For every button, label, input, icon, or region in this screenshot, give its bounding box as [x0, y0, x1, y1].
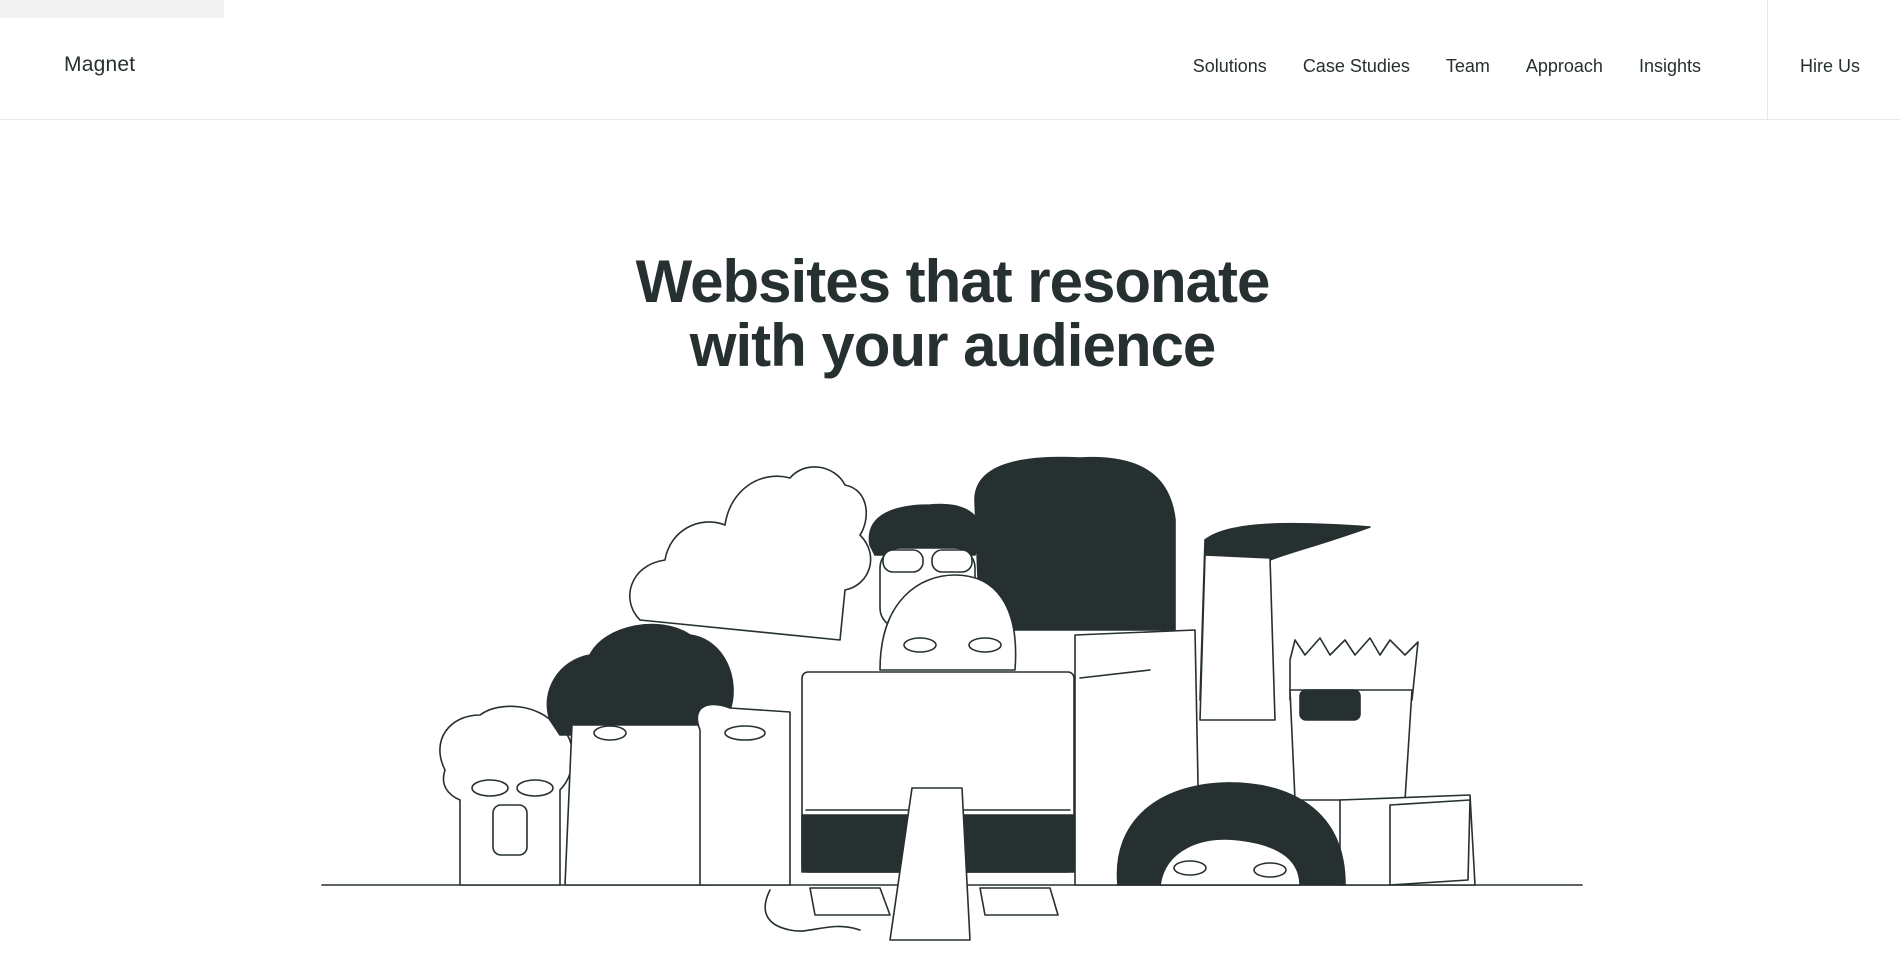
- main-nav: Solutions Case Studies Team Approach Ins…: [1193, 56, 1701, 77]
- keyboard-icon: [809, 887, 891, 916]
- curly-hair-figure: [564, 724, 713, 886]
- nav-item-team[interactable]: Team: [1446, 56, 1490, 77]
- top-navigation-bar: Magnet Solutions Case Studies Team Appro…: [0, 0, 1900, 120]
- eye: [593, 725, 627, 741]
- flat-hair-figure: [1199, 554, 1276, 721]
- hero-title-line-2: with your audience: [689, 312, 1216, 379]
- book-icon: [1389, 799, 1471, 886]
- eye: [471, 779, 509, 797]
- eye: [968, 637, 1002, 653]
- eye: [516, 779, 554, 797]
- eye: [1253, 862, 1287, 878]
- crowd-illustration: [321, 456, 1583, 941]
- nav-item-solutions[interactable]: Solutions: [1193, 56, 1267, 77]
- fluffy-figure: [439, 705, 574, 886]
- nav-item-case-studies[interactable]: Case Studies: [1303, 56, 1410, 77]
- hero-title-line-1: Websites that resonate: [635, 248, 1271, 315]
- eye: [724, 725, 766, 741]
- eye: [903, 637, 937, 653]
- hire-us-button[interactable]: Hire Us: [1800, 56, 1860, 77]
- nav-item-approach[interactable]: Approach: [1526, 56, 1603, 77]
- glasses-right-lens: [931, 549, 973, 573]
- nav-item-insights[interactable]: Insights: [1639, 56, 1701, 77]
- nav-divider: [1767, 0, 1768, 120]
- glasses-left-lens: [882, 549, 924, 573]
- phone-icon: [492, 804, 528, 856]
- cloud-hair-figure: [629, 466, 872, 641]
- hero-title: Websites that resonate with your audienc…: [0, 250, 1900, 378]
- keyboard-icon: [979, 887, 1059, 916]
- camera-icon: [1299, 689, 1361, 721]
- eye: [1173, 860, 1207, 876]
- logo[interactable]: Magnet: [64, 53, 135, 77]
